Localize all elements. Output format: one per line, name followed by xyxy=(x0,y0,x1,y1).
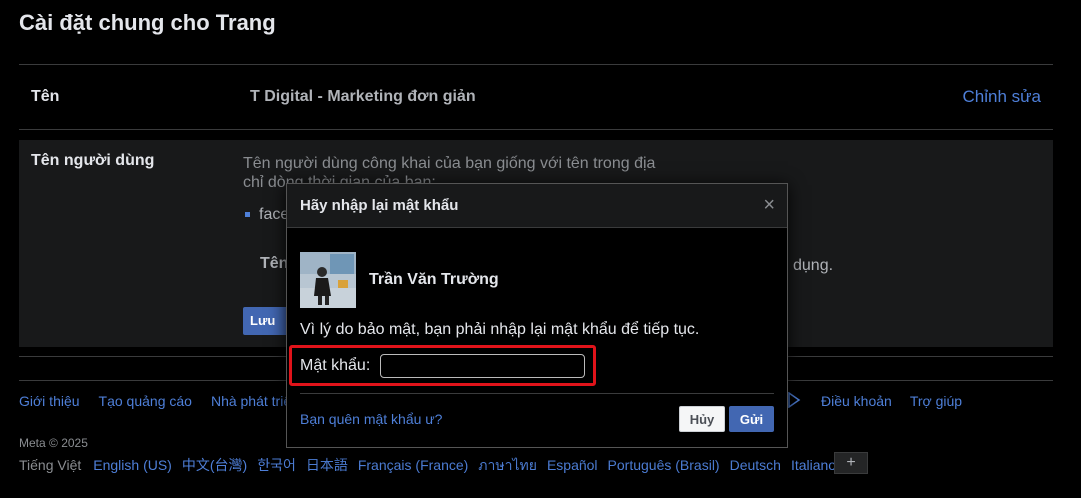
reenter-password-dialog: Hãy nhập lại mật khẩu × Trần Văn Trường … xyxy=(286,183,788,448)
dialog-header: Hãy nhập lại mật khẩu × xyxy=(287,184,787,228)
avatar xyxy=(300,252,356,308)
language-link[interactable]: English (US) xyxy=(93,457,172,473)
username-description-line1: Tên người dùng công khai của bạn giống v… xyxy=(243,155,656,172)
close-icon[interactable]: × xyxy=(763,194,775,217)
name-label: Tên xyxy=(31,88,60,105)
language-link[interactable]: 中文(台灣) xyxy=(182,457,247,473)
footer-link-terms[interactable]: Điều khoản xyxy=(821,393,892,409)
username-note-end: dụng. xyxy=(793,257,834,274)
bullet-icon xyxy=(245,212,250,218)
language-link[interactable]: Português (Brasil) xyxy=(608,457,720,473)
page-title: Cài đặt chung cho Trang xyxy=(19,10,276,35)
current-language: Tiếng Việt xyxy=(19,457,82,473)
footer-links-right: Điều khoản Trợ giúp xyxy=(821,393,980,409)
forgot-password-link[interactable]: Bạn quên mật khẩu ư? xyxy=(300,411,442,427)
password-label: Mật khẩu: xyxy=(300,357,371,374)
language-link[interactable]: ภาษาไทย xyxy=(478,457,537,473)
language-link[interactable]: Français (France) xyxy=(358,457,468,473)
divider xyxy=(19,129,1053,130)
footer-link-create-ad[interactable]: Tạo quảng cáo xyxy=(99,393,192,409)
language-link[interactable]: Italiano xyxy=(791,457,836,473)
user-name: Trần Văn Trường xyxy=(369,271,499,288)
adchoices-icon[interactable] xyxy=(787,392,801,408)
divider xyxy=(19,64,1053,65)
name-setting-row: Tên T Digital - Marketing đơn giản Chỉnh… xyxy=(19,66,1053,128)
footer-link-help[interactable]: Trợ giúp xyxy=(910,393,962,409)
language-link[interactable]: 한국어 xyxy=(257,457,296,473)
footer-link-about[interactable]: Giới thiệu xyxy=(19,393,80,409)
submit-button[interactable]: Gửi xyxy=(729,406,774,432)
cancel-button[interactable]: Hủy xyxy=(679,406,725,432)
language-link[interactable]: 日本語 xyxy=(306,457,348,473)
reauth-message: Vì lý do bảo mật, bạn phải nhập lại mật … xyxy=(300,321,700,338)
password-input[interactable] xyxy=(380,354,585,378)
username-note: Tên xyxy=(260,255,289,272)
page-name-value: T Digital - Marketing đơn giản xyxy=(250,88,476,105)
edit-name-link[interactable]: Chỉnh sửa xyxy=(963,87,1041,107)
username-label: Tên người dùng xyxy=(31,152,155,169)
language-link[interactable]: Deutsch xyxy=(730,457,781,473)
copyright: Meta © 2025 xyxy=(19,436,88,450)
language-list: Tiếng Việt English (US) 中文(台灣) 한국어 日本語 França… xyxy=(19,455,846,477)
language-link[interactable]: Español xyxy=(547,457,598,473)
more-languages-button[interactable]: + xyxy=(834,452,868,474)
dialog-title: Hãy nhập lại mật khẩu xyxy=(300,197,459,214)
footer-links: Giới thiệu Tạo quảng cáo Nhà phát triển xyxy=(19,393,318,409)
dialog-divider xyxy=(300,393,774,394)
